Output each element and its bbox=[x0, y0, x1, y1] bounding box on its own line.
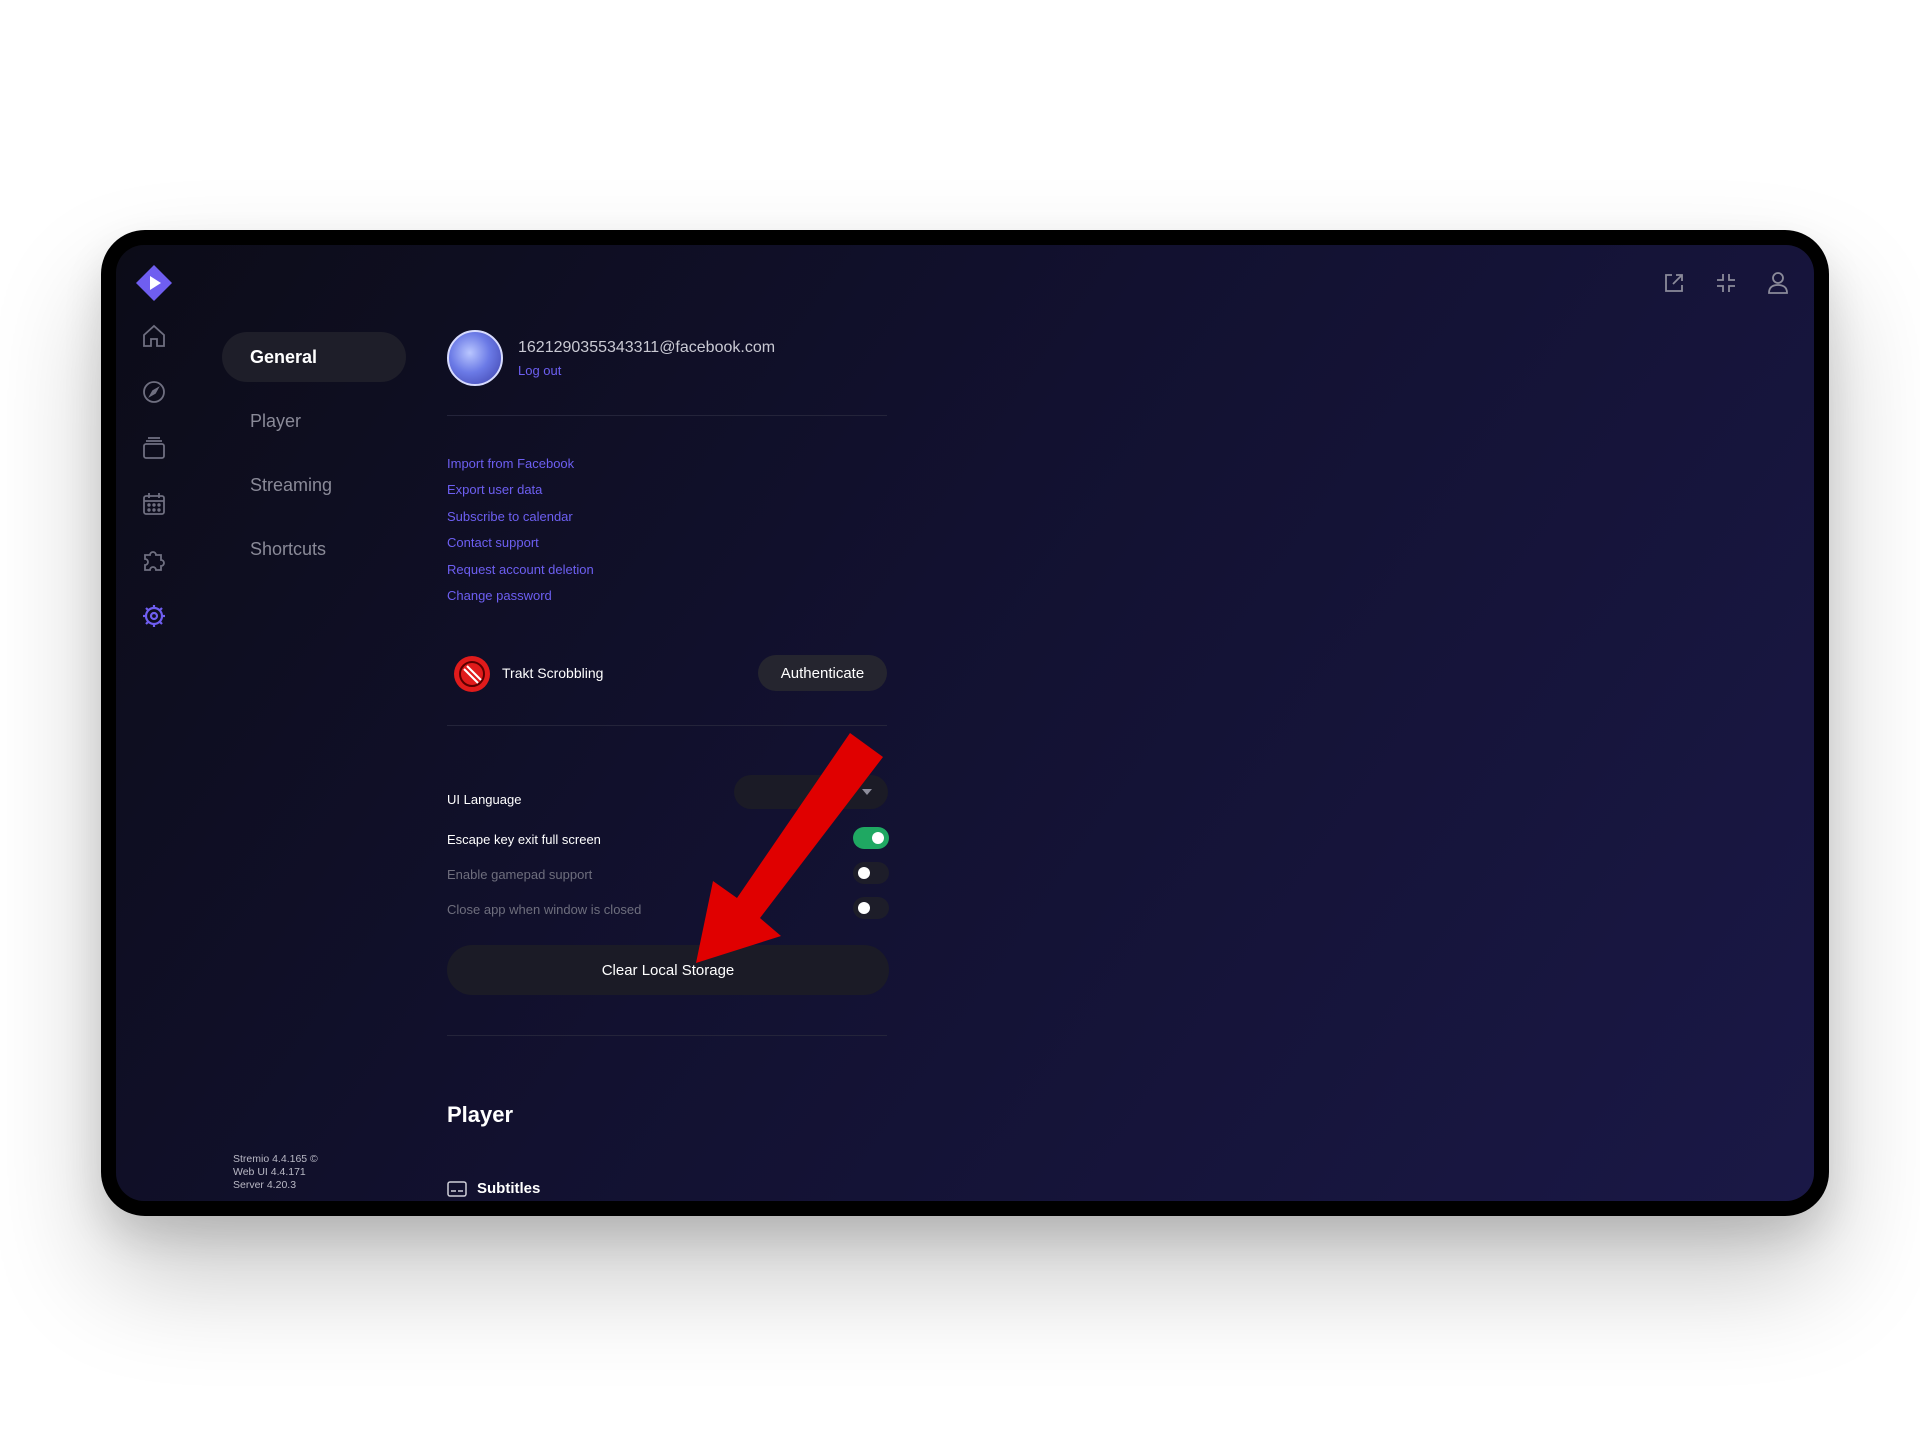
gamepad-label: Enable gamepad support bbox=[447, 867, 593, 882]
authenticate-button[interactable]: Authenticate bbox=[758, 655, 887, 691]
clear-local-storage-button[interactable]: Clear Local Storage bbox=[447, 945, 889, 995]
toggle-knob bbox=[858, 902, 870, 914]
trakt-label: Trakt Scrobbling bbox=[502, 665, 604, 681]
change-password-link[interactable]: Change password bbox=[447, 588, 552, 603]
subscribe-calendar-link[interactable]: Subscribe to calendar bbox=[447, 509, 573, 524]
settings-menu-shortcuts[interactable]: Shortcuts bbox=[222, 524, 406, 574]
avatar bbox=[447, 330, 503, 386]
section-title-player: Player bbox=[447, 1102, 514, 1127]
version-webui: Web UI 4.4.171 bbox=[233, 1166, 306, 1178]
account-email: 1621290355343311@facebook.com bbox=[518, 339, 776, 356]
user-icon[interactable] bbox=[1763, 268, 1793, 298]
settings-menu-streaming[interactable]: Streaming bbox=[222, 460, 406, 510]
escape-key-toggle[interactable] bbox=[853, 827, 889, 849]
close-app-label: Close app when window is closed bbox=[447, 902, 642, 917]
gamepad-toggle[interactable] bbox=[853, 862, 889, 884]
export-user-data-link[interactable]: Export user data bbox=[447, 482, 542, 497]
external-link-icon[interactable] bbox=[1659, 268, 1689, 298]
library-icon[interactable] bbox=[140, 434, 168, 462]
gear-icon[interactable] bbox=[140, 602, 168, 630]
subtitles-label: Subtitles bbox=[477, 1180, 541, 1197]
app-window: General Player Streaming Shortcuts Strem… bbox=[116, 245, 1814, 1201]
chevron-down-icon bbox=[862, 789, 872, 795]
escape-key-label: Escape key exit full screen bbox=[447, 832, 601, 847]
trakt-logo-icon bbox=[454, 656, 490, 692]
divider bbox=[447, 725, 887, 726]
puzzle-icon[interactable] bbox=[140, 546, 168, 574]
version-info: Stremio 4.4.165 © Web UI 4.4.171 Server … bbox=[233, 1153, 318, 1192]
request-deletion-link[interactable]: Request account deletion bbox=[447, 562, 594, 577]
stremio-logo-icon[interactable] bbox=[135, 264, 173, 302]
minimize-icon[interactable] bbox=[1711, 268, 1741, 298]
ui-language-select[interactable] bbox=[734, 775, 888, 809]
settings-menu-general[interactable]: General bbox=[222, 332, 406, 382]
subtitles-icon bbox=[447, 1181, 467, 1197]
version-stremio: Stremio 4.4.165 © bbox=[233, 1153, 318, 1165]
toggle-knob bbox=[858, 867, 870, 879]
compass-icon[interactable] bbox=[140, 378, 168, 406]
calendar-icon[interactable] bbox=[140, 490, 168, 518]
logout-link[interactable]: Log out bbox=[518, 363, 561, 378]
version-server: Server 4.20.3 bbox=[233, 1179, 297, 1191]
divider bbox=[447, 415, 887, 416]
divider bbox=[447, 1035, 887, 1036]
contact-support-link[interactable]: Contact support bbox=[447, 535, 539, 550]
home-icon[interactable] bbox=[140, 322, 168, 350]
ui-language-label: UI Language bbox=[447, 792, 522, 807]
toggle-knob bbox=[872, 832, 884, 844]
import-facebook-link[interactable]: Import from Facebook bbox=[447, 456, 574, 471]
device-frame: General Player Streaming Shortcuts Strem… bbox=[101, 230, 1829, 1216]
close-app-toggle[interactable] bbox=[853, 897, 889, 919]
settings-menu-player[interactable]: Player bbox=[222, 396, 406, 446]
